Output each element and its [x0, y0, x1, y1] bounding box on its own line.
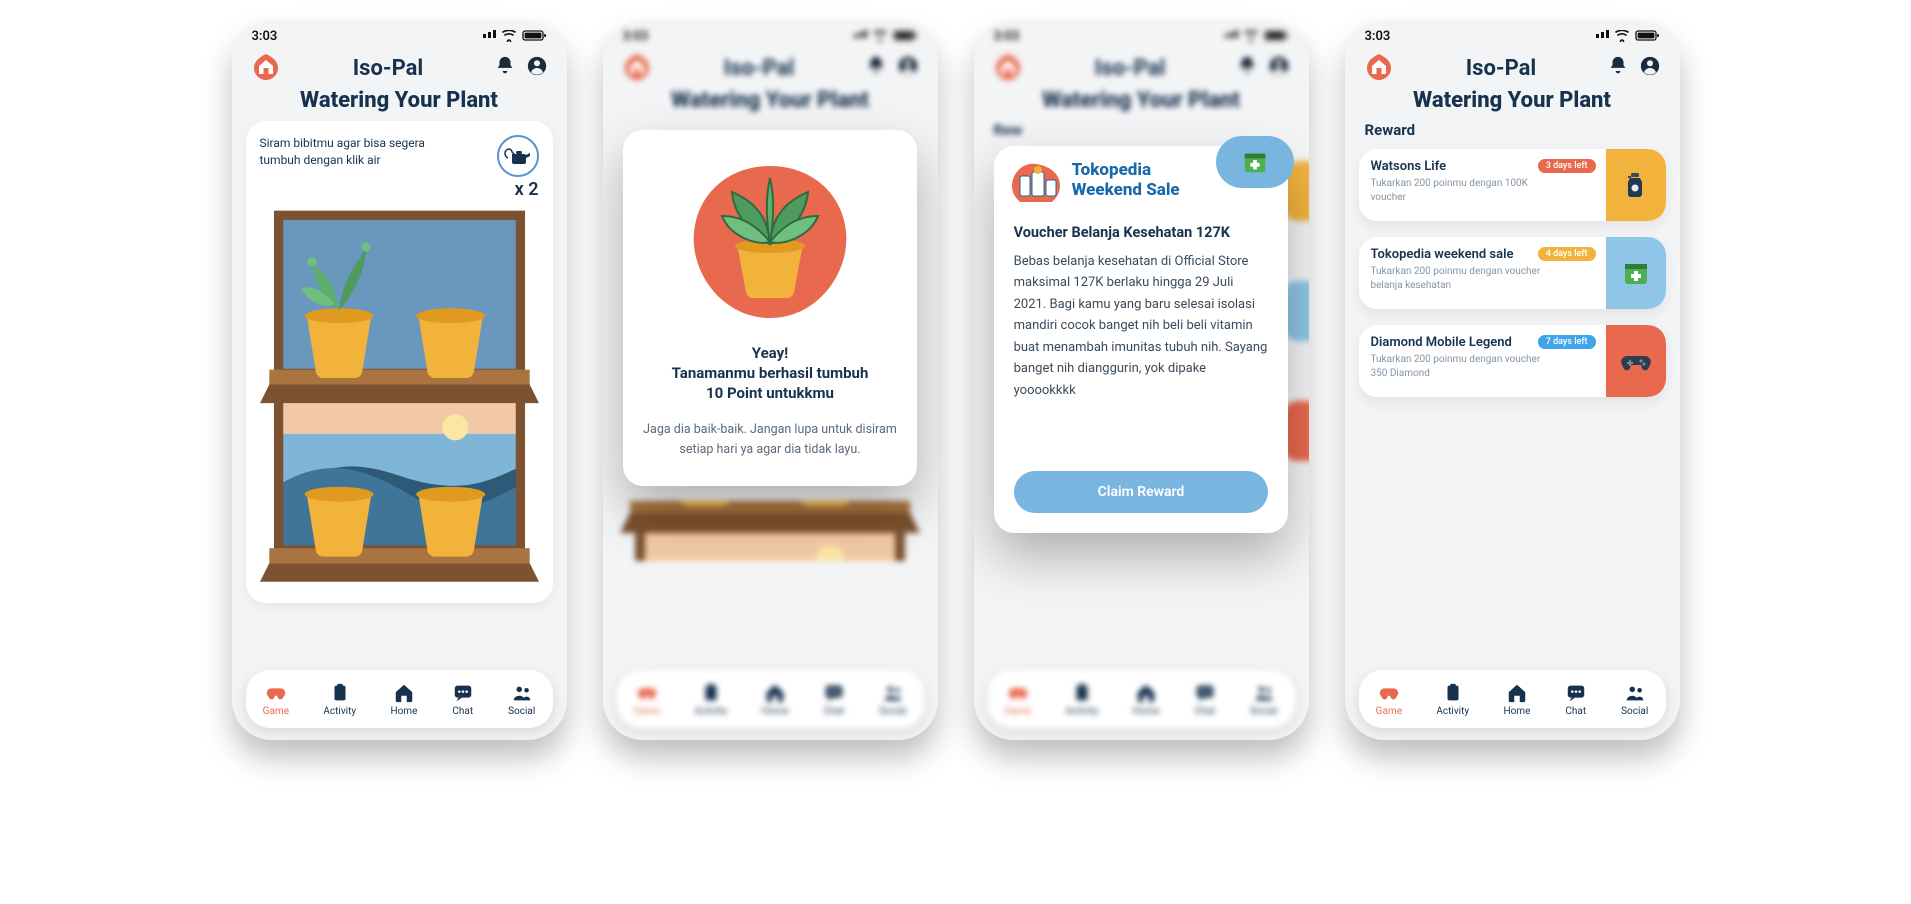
success-modal-card: Yeay! Tanamanmu berhasil tumbuh 10 Point… [623, 130, 918, 486]
modal-line1: Yeay! [643, 344, 898, 362]
profile-icon[interactable] [526, 55, 548, 81]
nav-chat[interactable]: Chat [1565, 682, 1587, 717]
nav-social[interactable]: Social [1621, 682, 1648, 717]
voucher-medkit-icon [1216, 136, 1294, 188]
status-bar: 3:03 [232, 20, 567, 48]
app-logo-icon[interactable] [250, 52, 282, 84]
nav-activity[interactable]: Activity [323, 682, 356, 717]
reward-section-title: Reward [1359, 121, 1666, 149]
reward-item[interactable]: Watsons LifeTukarkan 200 poinmu dengan 1… [1359, 149, 1666, 221]
rewards-list: Watsons LifeTukarkan 200 poinmu dengan 1… [1359, 149, 1666, 397]
app-title: Iso-Pal [353, 56, 423, 81]
page-title: Watering Your Plant [232, 84, 567, 121]
nav-home[interactable]: Home [1503, 682, 1530, 717]
voucher-title-1: Tokopedia [1072, 161, 1180, 181]
nav-home[interactable]: Home [390, 682, 417, 717]
app-header: Iso-Pal [1345, 48, 1680, 84]
status-time: 3:03 [252, 29, 278, 44]
reward-days-badge: 3 days left [1538, 159, 1596, 173]
app-header: Iso-Pal [232, 48, 567, 84]
status-icons [1596, 30, 1660, 42]
reward-days-badge: 7 days left [1538, 335, 1596, 349]
reward-accent-icon [1606, 325, 1666, 397]
modal-line2: Tanamanmu berhasil tumbuh [643, 364, 898, 382]
watering-can-button[interactable] [497, 135, 539, 177]
reward-item[interactable]: Tokopedia weekend saleTukarkan 200 poinm… [1359, 237, 1666, 309]
water-count: x 2 [515, 179, 539, 200]
reward-desc: Tukarkan 200 poinmu dengan voucher 350 D… [1371, 353, 1546, 380]
reward-accent-icon [1606, 237, 1666, 309]
voucher-modal-card: Tokopedia Weekend Sale Voucher Belanja K… [994, 146, 1289, 533]
nav-chat[interactable]: Chat [452, 682, 474, 717]
status-icons [483, 30, 547, 42]
voucher-subtitle: Voucher Belanja Kesehatan 127K [1014, 224, 1269, 241]
plant-shelf-illustration[interactable] [260, 206, 539, 591]
bell-icon[interactable] [494, 55, 516, 81]
page-title: Watering Your Plant [1345, 84, 1680, 121]
phone-screen-rewards: 3:03 Iso-Pal Watering Your Plant Reward … [1345, 20, 1680, 740]
modal-line3: 10 Point untukkmu [643, 384, 898, 402]
status-bar: 3:03 [1345, 20, 1680, 48]
phone-screen-game: 3:03 Iso-Pal Watering Your Plant Siram b… [232, 20, 567, 740]
voucher-title-2: Weekend Sale [1072, 181, 1180, 201]
bottom-nav: Game Activity Home Chat Social [246, 670, 553, 728]
reward-desc: Tukarkan 200 poinmu dengan 100K voucher [1371, 177, 1546, 204]
success-modal: Yeay! Tanamanmu berhasil tumbuh 10 Point… [603, 20, 938, 740]
reward-days-badge: 4 days left [1538, 247, 1596, 261]
bell-icon[interactable] [1607, 55, 1629, 81]
game-card: Siram bibitmu agar bisa segera tumbuh de… [246, 121, 553, 603]
voucher-modal: Tokopedia Weekend Sale Voucher Belanja K… [974, 20, 1309, 740]
reward-desc: Tukarkan 200 poinmu dengan voucher belan… [1371, 265, 1546, 292]
instruction-text: Siram bibitmu agar bisa segera tumbuh de… [260, 135, 440, 169]
nav-game[interactable]: Game [1376, 682, 1402, 717]
app-title: Iso-Pal [1466, 56, 1536, 81]
nav-social[interactable]: Social [508, 682, 535, 717]
nav-activity[interactable]: Activity [1436, 682, 1469, 717]
reward-accent-icon [1606, 149, 1666, 221]
app-logo-icon[interactable] [1363, 52, 1395, 84]
nav-game[interactable]: Game [263, 682, 289, 717]
phone-screen-success-modal: 3:03 Iso-Pal Watering Your Plant Game Ac… [603, 20, 938, 740]
profile-icon[interactable] [1639, 55, 1661, 81]
grown-plant-illustration [685, 156, 855, 326]
bottom-nav: Game Activity Home Chat Social [1359, 670, 1666, 728]
voucher-description: Bebas belanja kesehatan di Official Stor… [1014, 251, 1269, 401]
modal-body: Jaga dia baik-baik. Jangan lupa untuk di… [643, 420, 898, 460]
status-time: 3:03 [1365, 29, 1391, 44]
reward-item[interactable]: Diamond Mobile LegendTukarkan 200 poinmu… [1359, 325, 1666, 397]
voucher-products-icon [1010, 160, 1062, 202]
claim-reward-button[interactable]: Claim Reward [1014, 471, 1269, 513]
phone-screen-voucher-modal: 3:03 Iso-Pal Watering Your Plant Rew Gam… [974, 20, 1309, 740]
